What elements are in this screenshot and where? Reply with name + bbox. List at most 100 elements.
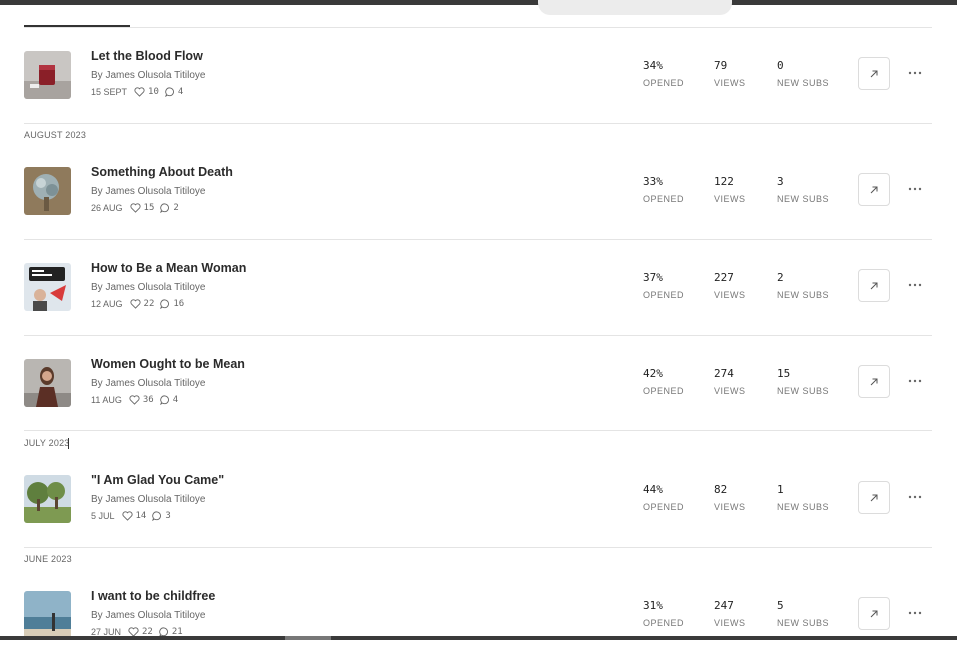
section-header: JUNE 2023 [24,554,72,564]
views-value: 82 [714,483,728,496]
views-label: VIEWS [714,502,746,512]
post-meta: 15 SEPT 10 4 [91,87,189,97]
header-pill[interactable] [538,0,732,15]
views-metric: 122 VIEWS [714,175,746,204]
ellipsis-icon [908,611,922,615]
more-options-button[interactable] [905,603,925,623]
new-subs-metric: 1 NEW SUBS [777,483,829,512]
views-metric: 227 VIEWS [714,271,746,300]
post-title[interactable]: Something About Death [91,165,233,179]
post-thumbnail [24,51,71,99]
heart-icon [134,87,145,97]
post-author: By James Olusola Titiloye [91,378,206,389]
views-label: VIEWS [714,194,746,204]
new-subs-value: 0 [777,59,784,72]
post-author: By James Olusola Titiloye [91,282,206,293]
post-row[interactable]: Let the Blood Flow By James Olusola Titi… [24,49,932,131]
new-subs-value: 3 [777,175,784,188]
divider [24,239,932,240]
opened-metric: 33% OPENED [643,175,684,204]
post-title[interactable]: I want to be childfree [91,589,215,603]
arrow-up-right-icon [870,282,878,289]
open-post-button[interactable] [858,57,890,90]
ellipsis-icon [908,283,922,287]
post-author: By James Olusola Titiloye [91,610,206,621]
opened-metric: 44% OPENED [643,483,684,512]
comments: 4 [165,87,183,97]
new-subs-metric: 15 NEW SUBS [777,367,829,396]
post-thumbnail [24,167,71,215]
likes: 15 [129,203,155,213]
post-title[interactable]: Women Ought to be Mean [91,357,245,371]
heart-icon [121,511,133,521]
comment-icon [160,203,170,213]
taskbar-item[interactable] [285,636,331,640]
new-subs-label: NEW SUBS [777,194,830,204]
new-subs-value: 15 [777,367,791,380]
open-post-button[interactable] [858,173,890,206]
new-subs-metric: 3 NEW SUBS [777,175,829,204]
post-author: By James Olusola Titiloye [91,186,206,197]
post-row[interactable]: Something About Death By James Olusola T… [24,165,932,247]
post-meta: 11 AUG 36 4 [91,395,184,405]
open-post-button[interactable] [858,597,890,630]
section-header: JULY 2023 [24,438,70,448]
divider [24,547,932,548]
post-title[interactable]: Let the Blood Flow [91,49,203,63]
likes-count: 14 [135,511,147,521]
post-title[interactable]: "I Am Glad You Came" [91,473,224,487]
new-subs-label: NEW SUBS [777,386,830,396]
opened-value: 44% [643,483,663,496]
opened-label: OPENED [643,386,685,396]
divider [24,27,932,28]
post-row[interactable]: How to Be a Mean Woman By James Olusola … [24,261,932,343]
post-title[interactable]: How to Be a Mean Woman [91,261,246,275]
views-label: VIEWS [714,78,746,88]
opened-label: OPENED [643,290,685,300]
open-post-button[interactable] [858,365,890,398]
new-subs-label: NEW SUBS [777,78,830,88]
more-options-button[interactable] [905,487,925,507]
bottom-taskbar [0,636,957,640]
comment-icon [165,87,174,97]
views-label: VIEWS [714,386,746,396]
post-date: 11 AUG [91,395,122,405]
post-date: 5 JUL [91,511,115,521]
more-options-button[interactable] [905,63,925,83]
post-author: By James Olusola Titiloye [91,70,206,81]
views-metric: 247 VIEWS [714,599,746,628]
arrow-up-right-icon [870,494,878,501]
arrow-up-right-icon [870,610,878,617]
more-options-button[interactable] [905,179,925,199]
new-subs-metric: 0 NEW SUBS [777,59,829,88]
more-options-button[interactable] [905,371,925,391]
views-value: 122 [714,175,734,188]
post-date: 15 SEPT [91,87,128,97]
comments: 16 [160,299,184,309]
new-subs-label: NEW SUBS [777,618,830,628]
post-thumbnail [24,591,71,639]
views-label: VIEWS [714,290,746,300]
opened-metric: 31% OPENED [643,599,684,628]
heart-icon [129,395,140,405]
divider [24,430,932,431]
post-row[interactable]: Women Ought to be Mean By James Olusola … [24,357,932,439]
new-subs-metric: 5 NEW SUBS [777,599,829,628]
comments: 2 [160,203,179,213]
open-post-button[interactable] [858,269,890,302]
comment-icon [159,395,169,405]
likes-count: 15 [143,203,155,213]
opened-label: OPENED [643,502,685,512]
open-post-button[interactable] [858,481,890,514]
post-date: 26 AUG [91,203,123,213]
arrow-up-right-icon [870,70,878,77]
opened-metric: 34% OPENED [643,59,684,88]
post-row[interactable]: "I Am Glad You Came" By James Olusola Ti… [24,473,932,555]
post-thumbnail [24,263,71,311]
more-options-button[interactable] [905,275,925,295]
views-value: 247 [714,599,734,612]
section-header: AUGUST 2023 [24,130,87,140]
heart-icon [129,203,141,213]
post-row[interactable]: I want to be childfree By James Olusola … [24,589,932,671]
opened-metric: 42% OPENED [643,367,684,396]
